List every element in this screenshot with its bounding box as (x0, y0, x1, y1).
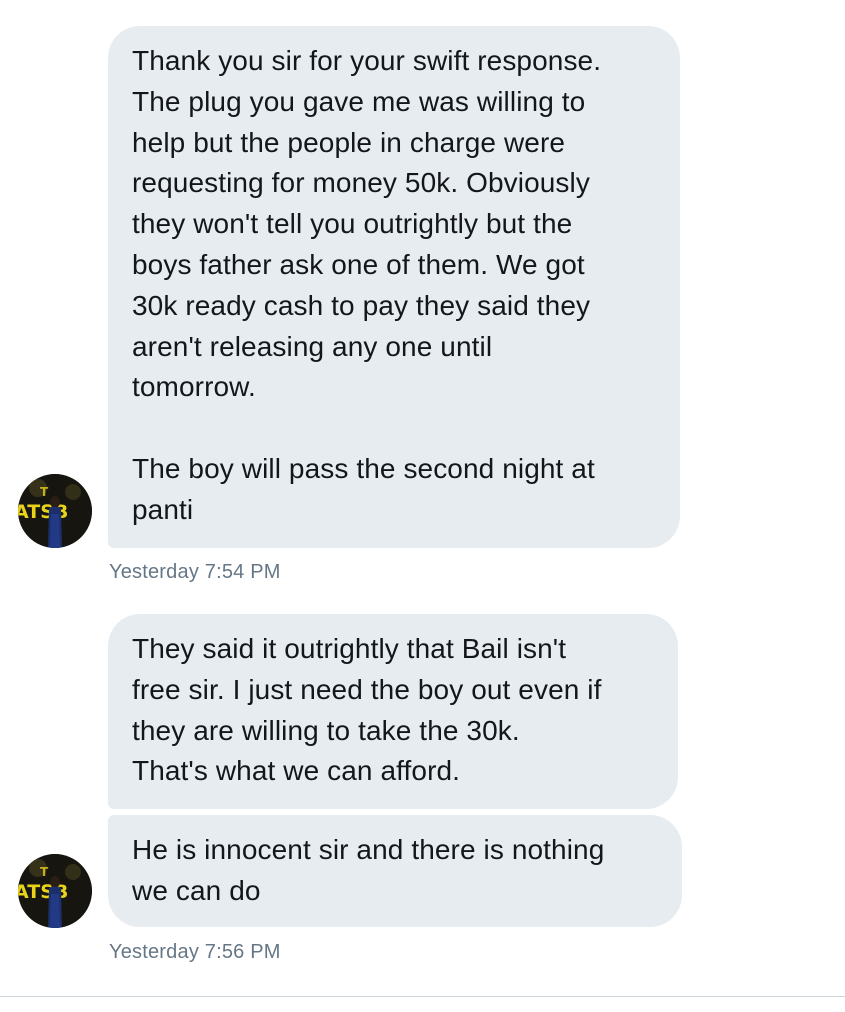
message-bubble[interactable]: Thank you sir for your swift response. T… (108, 26, 680, 548)
svg-text:T: T (40, 485, 49, 499)
profile-photo-icon: ATSB T (18, 474, 92, 548)
message-timestamp: Yesterday 7:56 PM (109, 941, 281, 963)
svg-text:T: T (40, 865, 49, 879)
message-bubble[interactable]: They said it outrightly that Bail isn't … (108, 614, 678, 809)
message-bubble[interactable]: He is innocent sir and there is nothing … (108, 815, 682, 927)
sender-avatar[interactable]: ATSB T (18, 474, 92, 548)
sender-avatar[interactable]: ATSB T (18, 854, 92, 928)
divider (0, 996, 845, 997)
message-timestamp: Yesterday 7:54 PM (109, 561, 281, 583)
profile-photo-icon: ATSB T (18, 854, 92, 928)
